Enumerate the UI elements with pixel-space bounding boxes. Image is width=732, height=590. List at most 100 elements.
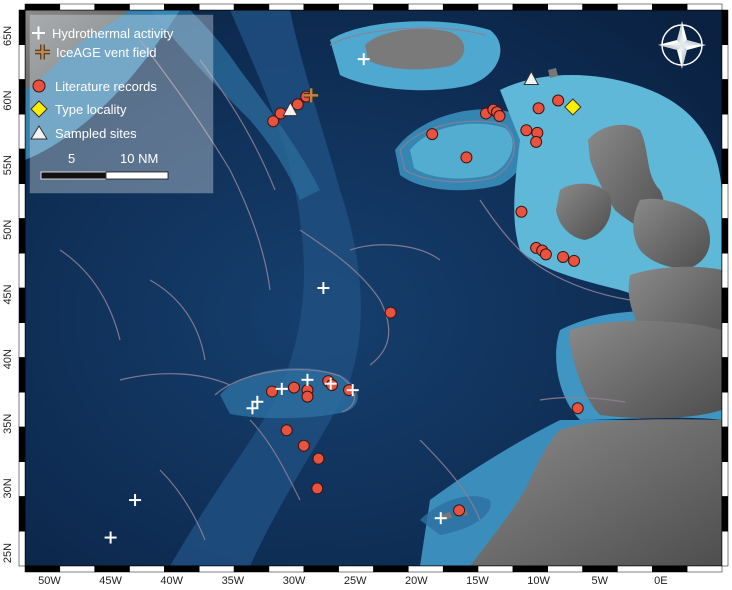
x-tick-label: 30W [283, 575, 306, 587]
y-tick-label: 60N [2, 90, 14, 110]
border-segment-right [721, 79, 729, 115]
border-segment-right [721, 426, 729, 462]
border-segment-top [408, 3, 444, 11]
border-segment-bottom [652, 565, 688, 573]
border-segment-right [721, 253, 729, 289]
literature-record-marker [280, 424, 293, 437]
x-tick-label: 5W [591, 575, 608, 587]
border-segment-bottom [686, 565, 723, 573]
x-tick-label: 25W [344, 575, 367, 587]
border-segment-right [721, 287, 729, 323]
border-segment-bottom [233, 565, 270, 573]
legend-item-hydrothermal: Hydrothermal activity [32, 26, 174, 41]
literature-record-marker [384, 306, 397, 319]
border-segment-bottom [268, 565, 305, 573]
literature-record-marker [520, 124, 533, 137]
border-segment-top [338, 3, 374, 11]
literature-circle-icon [32, 79, 46, 93]
literature-record-marker [311, 482, 324, 495]
border-segment-bottom [94, 565, 130, 573]
scale-label-5: 5 [68, 151, 75, 166]
border-segment-top [582, 3, 618, 11]
legend: Hydrothermal activity IceAGE vent field … [29, 14, 214, 194]
border-segment-left [18, 218, 26, 254]
literature-record-marker [426, 128, 439, 141]
literature-record-marker [515, 205, 528, 218]
y-tick-label: 35N [2, 414, 14, 434]
literature-record-marker [539, 248, 552, 261]
border-segment-right [721, 44, 729, 80]
border-segment-bottom [617, 565, 653, 573]
literature-record-marker [568, 254, 581, 267]
x-tick-label: 0E [654, 575, 667, 587]
scale-bar-white-segment [105, 171, 169, 180]
border-segment-right [721, 218, 729, 254]
legend-label-type-locality: Type locality [55, 102, 127, 117]
border-segment-top [129, 3, 165, 11]
border-segment-bottom [199, 565, 235, 573]
border-segment-top [686, 3, 723, 11]
border-segment-top [24, 3, 61, 11]
border-segment-top [477, 3, 514, 11]
literature-record-marker [288, 381, 301, 394]
x-tick-label: 45W [99, 575, 122, 587]
literature-record-marker [325, 378, 338, 391]
border-segment-right [721, 392, 729, 428]
scale-bar-black-segment [40, 171, 107, 180]
x-tick-label: 10W [527, 575, 550, 587]
y-tick-label: 50N [2, 220, 14, 240]
border-segment-top [164, 3, 200, 11]
border-segment-right [721, 357, 729, 393]
border-segment-left [18, 461, 26, 497]
literature-record-marker [453, 504, 466, 517]
border-segment-left [18, 322, 26, 358]
x-tick-label: 35W [222, 575, 245, 587]
border-segment-bottom [59, 565, 95, 573]
literature-record-marker [460, 151, 473, 164]
iberia-land [570, 320, 722, 419]
border-segment-top [303, 3, 339, 11]
border-segment-left [18, 426, 26, 462]
border-segment-top [373, 3, 409, 11]
border-segment-right [721, 496, 729, 532]
border-segment-bottom [373, 565, 409, 573]
border-segment-left [18, 79, 26, 115]
border-segment-bottom [338, 565, 374, 573]
border-segment-bottom [512, 565, 549, 573]
border-segment-right [721, 461, 729, 497]
literature-record-marker [301, 390, 314, 403]
border-segment-top [512, 3, 549, 11]
border-segment-top [199, 3, 235, 11]
border-segment-left [18, 287, 26, 323]
literature-record-marker [552, 94, 565, 107]
border-segment-top [94, 3, 130, 11]
border-segment-bottom [303, 565, 339, 573]
border-segment-top [268, 3, 305, 11]
border-segment-left [18, 44, 26, 80]
border-segment-left [18, 148, 26, 184]
legend-label-sampled: Sampled sites [55, 126, 137, 141]
y-tick-label: 55N [2, 155, 14, 175]
border-segment-left [18, 253, 26, 289]
border-segment-bottom [129, 565, 165, 573]
border-segment-right [721, 9, 729, 45]
border-segment-bottom [24, 565, 61, 573]
border-segment-top [59, 3, 95, 11]
border-segment-left [18, 183, 26, 219]
border-segment-top [547, 3, 583, 11]
y-tick-label: 25N [2, 543, 14, 563]
legend-label-iceage: IceAGE vent field [56, 45, 156, 60]
border-segment-bottom [408, 565, 444, 573]
border-segment-right [721, 114, 729, 150]
x-tick-label: 20W [405, 575, 428, 587]
border-segment-left [18, 9, 26, 45]
scale-label-10: 10 NM [120, 151, 158, 166]
border-segment-left [18, 392, 26, 428]
y-tick-label: 45N [2, 284, 14, 304]
border-segment-left [18, 114, 26, 150]
y-tick-label: 40N [2, 349, 14, 369]
border-segment-bottom [442, 565, 479, 573]
border-segment-right [721, 322, 729, 358]
y-tick-label: 65N [2, 26, 14, 46]
literature-record-marker [266, 385, 279, 398]
